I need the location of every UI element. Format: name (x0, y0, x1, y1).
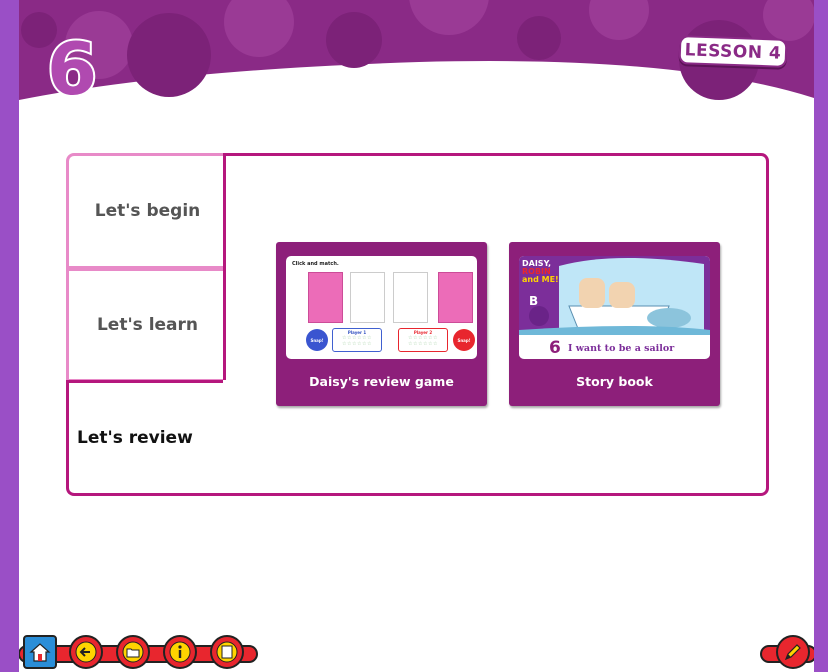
card-label: Story book (576, 374, 653, 389)
player2-box: Player 2 ☆☆☆☆☆☆ ☆☆☆☆☆☆ (398, 328, 448, 352)
card-slot-empty (393, 272, 428, 323)
notes-icon[interactable] (210, 635, 244, 669)
snap-button-red: Snap! (453, 329, 475, 351)
back-arrow-icon[interactable] (69, 635, 103, 669)
story-title: I want to be a sailor (568, 343, 675, 354)
tab-label: Let's begin (94, 201, 201, 221)
unit-number: 6 (47, 30, 97, 106)
game-thumbnail: Click and match. Snap! Player 1 ☆☆☆☆☆☆ ☆… (286, 256, 477, 359)
home-icon[interactable] (23, 635, 57, 669)
lesson-label: LESSON 4 (684, 39, 782, 64)
tab-lets-learn[interactable]: Let's learn (66, 268, 226, 382)
lesson-badge: LESSON 4 (678, 35, 788, 68)
card-story-book[interactable]: DAISY, ROBIN and ME! B 6 I want to be a … (509, 242, 720, 406)
card-slot-pink (438, 272, 473, 323)
footer-toolbar (19, 634, 259, 672)
story-thumbnail: DAISY, ROBIN and ME! B 6 I want to be a … (519, 256, 710, 359)
folder-icon[interactable] (116, 635, 150, 669)
unit-number-badge: 6 (43, 25, 101, 113)
player1-box: Player 1 ☆☆☆☆☆☆ ☆☆☆☆☆☆ (332, 328, 382, 352)
story-number: 6 (549, 338, 561, 358)
footer-toolbar-right (759, 634, 814, 672)
snap-button-blue: Snap! (306, 329, 328, 351)
pencil-icon[interactable] (776, 635, 810, 669)
app-frame: 6 LESSON 4 Let's begin Let's learn Let's… (19, 0, 814, 672)
header: 6 LESSON 4 (19, 0, 814, 113)
card-slot-pink (308, 272, 343, 323)
card-review-game[interactable]: Click and match. Snap! Player 1 ☆☆☆☆☆☆ ☆… (276, 242, 487, 406)
story-level: B (529, 294, 539, 308)
card-slot-empty (350, 272, 385, 323)
tab-lets-begin[interactable]: Let's begin (66, 153, 226, 269)
story-logo: DAISY, ROBIN and ME! (522, 259, 559, 284)
card-label: Daisy's review game (309, 374, 454, 389)
tab-label: Let's learn (96, 315, 199, 335)
tab-label-active: Let's review (77, 428, 193, 448)
game-instruction: Click and match. (292, 261, 339, 267)
tab-connector (223, 380, 229, 493)
info-icon[interactable] (163, 635, 197, 669)
